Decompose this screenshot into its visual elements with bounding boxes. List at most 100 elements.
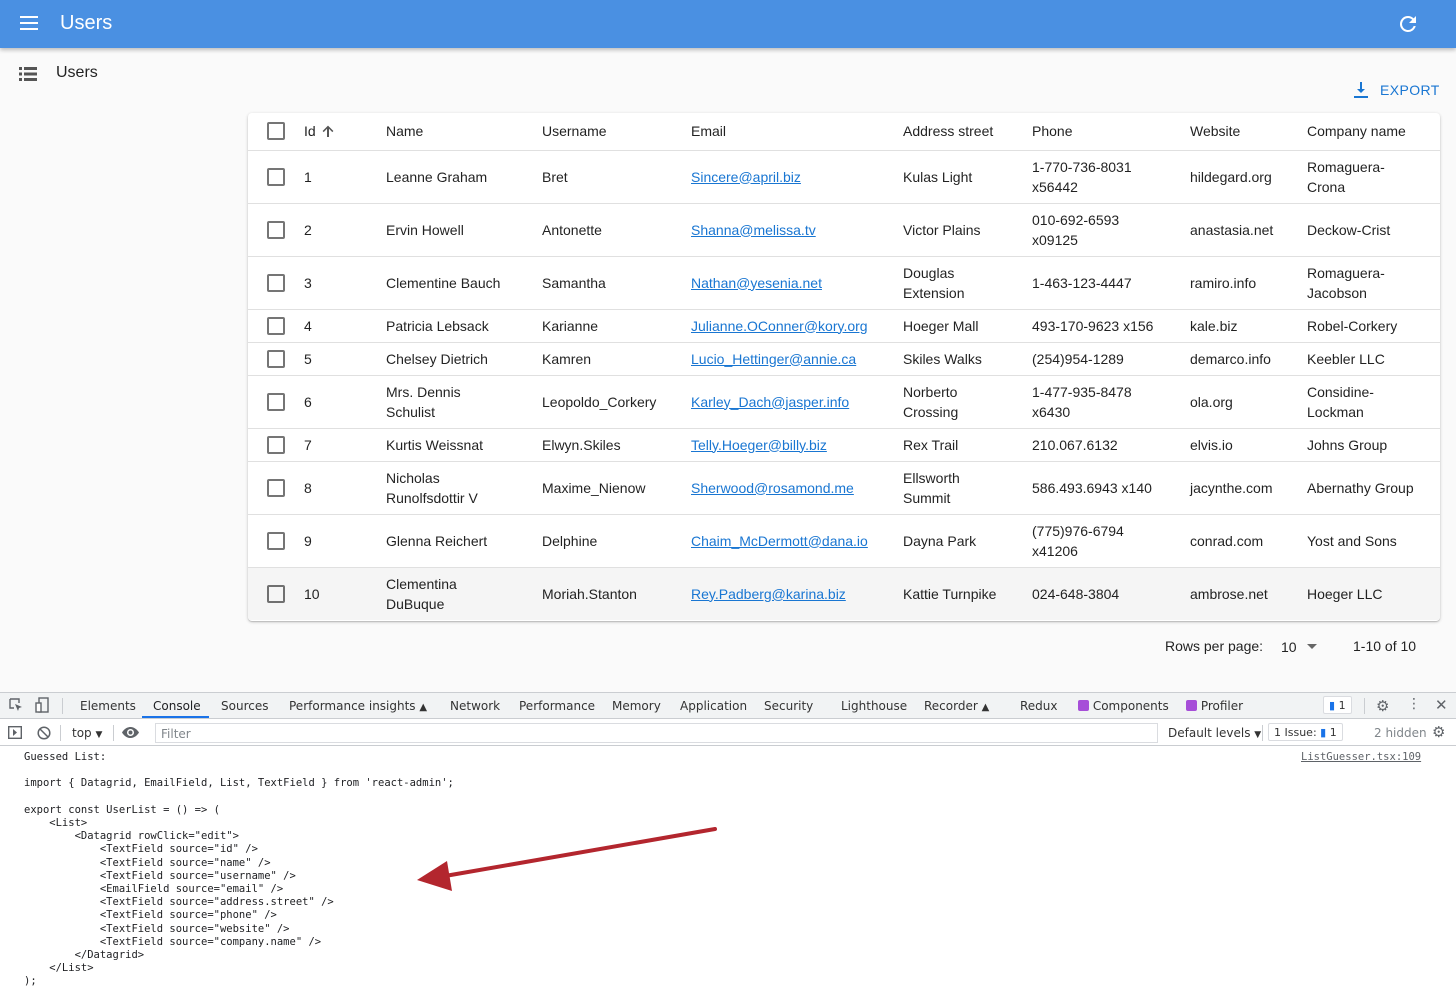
tab-recorder[interactable]: Recorder ▲	[924, 699, 989, 713]
cell-email[interactable]: Chaim_McDermott@dana.io	[691, 514, 903, 568]
cell-select	[248, 461, 304, 515]
column-header-website[interactable]: Website	[1190, 113, 1307, 151]
cell-email[interactable]: Julianne.OConner@kory.org	[691, 309, 903, 343]
cell-email[interactable]: Lucio_Hettinger@annie.ca	[691, 342, 903, 376]
cell-name: Leanne Graham	[386, 150, 542, 204]
cell-website: ola.org	[1190, 375, 1307, 429]
console-filter-input[interactable]: Filter	[155, 723, 1158, 743]
tab-sources[interactable]: Sources	[221, 699, 268, 713]
console-settings-icon[interactable]: ⚙	[1432, 723, 1445, 741]
column-header-name[interactable]: Name	[386, 113, 542, 151]
row-checkbox[interactable]	[267, 392, 285, 411]
row-checkbox[interactable]	[267, 584, 285, 603]
cell-address-street: Kattie Turnpike	[903, 567, 1032, 620]
cell-select	[248, 428, 304, 462]
cell-select	[248, 203, 304, 257]
source-link[interactable]: ListGuesser.tsx:109	[1301, 751, 1421, 763]
cell-id: 5	[304, 342, 386, 376]
table-row[interactable]: 1 Leanne Graham Bret Sincere@april.biz Kulas…	[248, 150, 1440, 204]
cell-username: Samantha	[542, 256, 691, 310]
row-checkbox[interactable]	[267, 531, 285, 550]
sidebar-toggle-icon[interactable]	[8, 726, 22, 739]
table-row[interactable]: 3 Clementine Bauch Samantha Nathan@yesenia.…	[248, 256, 1440, 310]
row-checkbox[interactable]	[267, 167, 285, 186]
column-header-company-name[interactable]: Company name	[1307, 113, 1440, 151]
cell-select	[248, 375, 304, 429]
more-options-icon[interactable]: ⋮	[1407, 696, 1421, 712]
row-checkbox[interactable]	[267, 316, 285, 335]
table-row[interactable]: 5 Chelsey Dietrich Kamren Lucio_Hettinger@a…	[248, 342, 1440, 376]
messages-badge[interactable]: ▮ 1	[1323, 696, 1352, 714]
column-header-email[interactable]: Email	[691, 113, 903, 151]
tab-lighthouse[interactable]: Lighthouse	[841, 699, 907, 713]
cell-name: Kurtis Weissnat	[386, 428, 542, 462]
tab-application[interactable]: Application	[680, 699, 747, 713]
cell-email[interactable]: Karley_Dach@jasper.info	[691, 375, 903, 429]
issues-badge[interactable]: 1 Issue: ▮ 1	[1268, 723, 1343, 741]
cell-email[interactable]: Sherwood@rosamond.me	[691, 461, 903, 515]
tab-console[interactable]: Console	[153, 699, 201, 713]
row-checkbox[interactable]	[267, 273, 285, 292]
settings-icon[interactable]: ⚙	[1376, 697, 1389, 715]
tab-elements[interactable]: Elements	[80, 699, 136, 713]
inspect-element-icon[interactable]	[9, 698, 23, 712]
clear-console-icon[interactable]	[37, 726, 51, 740]
table-row[interactable]: 4 Patricia Lebsack Karianne Julianne.OConne…	[248, 309, 1440, 343]
cell-email[interactable]: Nathan@yesenia.net	[691, 256, 903, 310]
column-header-phone[interactable]: Phone	[1032, 113, 1190, 151]
tab-profiler[interactable]: Profiler	[1186, 699, 1243, 713]
refresh-icon[interactable]	[1396, 12, 1420, 36]
table-row[interactable]: 2 Ervin Howell Antonette Shanna@melissa.tv V…	[248, 203, 1440, 257]
cell-name: Glenna Reichert	[386, 514, 542, 568]
select-all-checkbox[interactable]	[267, 122, 285, 141]
default-levels-dropdown[interactable]: Default levels ▼	[1168, 726, 1261, 740]
table-row[interactable]: 9 Glenna Reichert Delphine Chaim_McDermott@…	[248, 514, 1440, 568]
tab-security[interactable]: Security	[764, 699, 813, 713]
rows-per-page-select[interactable]: 10	[1281, 638, 1317, 656]
cell-id: 8	[304, 461, 386, 515]
column-header-address-street[interactable]: Address street	[903, 113, 1032, 151]
hidden-count: 2 hidden	[1374, 726, 1427, 740]
table-row[interactable]: 8 Nicholas Runolfsdottir V Maxime_Nienow She…	[248, 461, 1440, 515]
tab-network[interactable]: Network	[450, 699, 500, 713]
table-header-row: Id Name Username Email Address street Ph…	[248, 113, 1440, 151]
export-button[interactable]: EXPORT	[1354, 80, 1440, 100]
cell-id: 3	[304, 256, 386, 310]
column-header-id[interactable]: Id	[304, 113, 386, 151]
table-row[interactable]: 6 Mrs. Dennis Schulist Leopoldo_Corkery Karl…	[248, 375, 1440, 429]
context-selector[interactable]: top ▼	[72, 726, 102, 740]
row-checkbox[interactable]	[267, 478, 285, 497]
table-row[interactable]: 7 Kurtis Weissnat Elwyn.Skiles Telly.Hoeger…	[248, 428, 1440, 462]
cell-select	[248, 150, 304, 204]
cell-phone: 493-170-9623 x156	[1032, 309, 1190, 343]
cell-address-street: Ellsworth Summit	[903, 461, 1032, 515]
console-toolbar: top ▼ Filter Default levels ▼ 1 Issue: ▮…	[0, 720, 1456, 746]
tab-components[interactable]: Components	[1078, 699, 1169, 713]
cell-email[interactable]: Sincere@april.biz	[691, 150, 903, 204]
tab-memory[interactable]: Memory	[612, 699, 661, 713]
console-line: <TextField source="id" />	[24, 843, 258, 856]
annotation-arrow	[417, 827, 717, 891]
cell-email[interactable]: Rey.Padberg@karina.biz	[691, 567, 903, 620]
row-checkbox[interactable]	[267, 220, 285, 239]
cell-company-name: Robel-Corkery	[1307, 309, 1440, 343]
close-icon[interactable]: ✕	[1435, 696, 1448, 714]
cell-username: Maxime_Nienow	[542, 461, 691, 515]
eye-icon[interactable]	[122, 727, 139, 738]
cell-name: Clementina DuBuque	[386, 567, 542, 620]
cell-website: jacynthe.com	[1190, 461, 1307, 515]
tab-performance-insights[interactable]: Performance insights ▲	[289, 699, 427, 713]
menu-icon[interactable]	[20, 16, 38, 30]
device-toolbar-icon[interactable]	[35, 697, 51, 713]
cell-email[interactable]: Telly.Hoeger@billy.biz	[691, 428, 903, 462]
tab-performance[interactable]: Performance	[519, 699, 595, 713]
row-checkbox[interactable]	[267, 349, 285, 368]
table-row[interactable]: 10 Clementina DuBuque Moriah.Stanton Rey.Pad…	[248, 567, 1440, 620]
cell-email[interactable]: Shanna@melissa.tv	[691, 203, 903, 257]
column-header-username[interactable]: Username	[542, 113, 691, 151]
cell-name: Clementine Bauch	[386, 256, 542, 310]
row-checkbox[interactable]	[267, 435, 285, 454]
tab-redux[interactable]: Redux	[1020, 699, 1058, 713]
